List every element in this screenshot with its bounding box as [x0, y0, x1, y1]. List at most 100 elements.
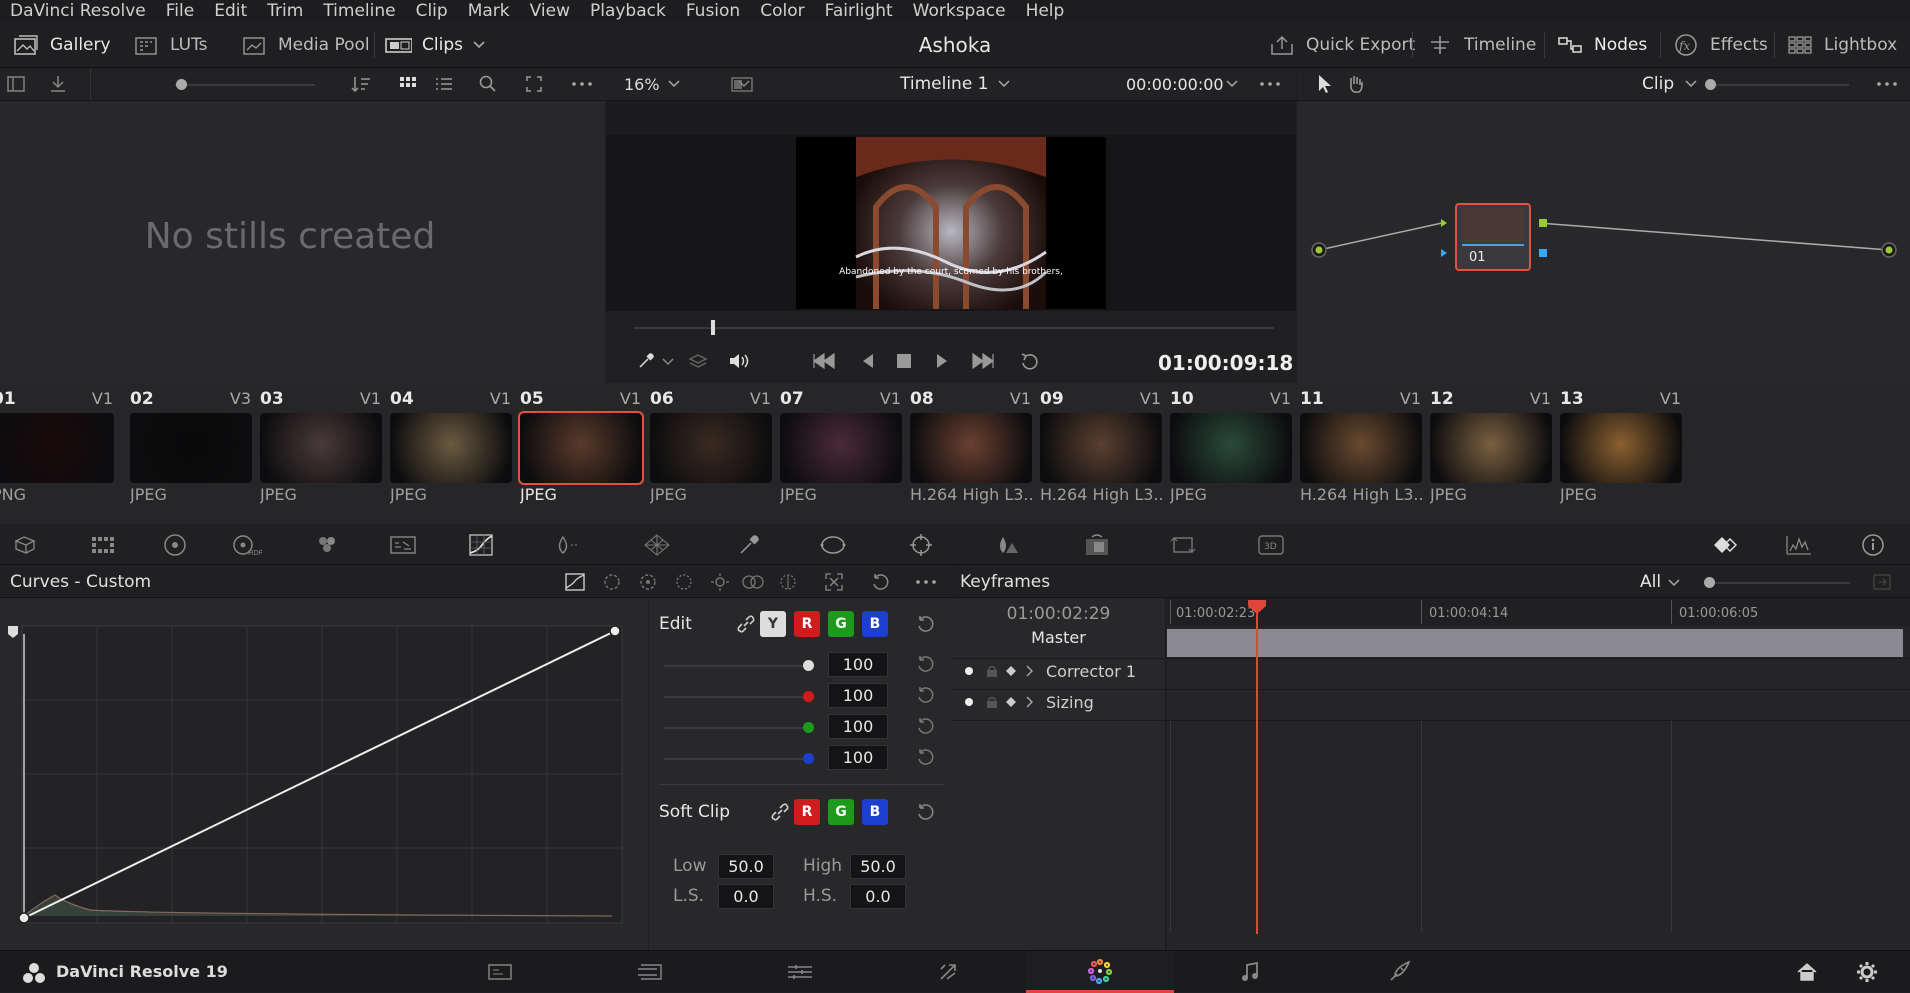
menu-playback[interactable]: Playback [580, 1, 676, 21]
more-options-icon[interactable] [1875, 74, 1899, 94]
slider-knob[interactable] [1705, 79, 1716, 90]
list-view-icon[interactable] [434, 74, 454, 94]
clip-thumbnail-04[interactable]: 04 V1 JPEG [390, 385, 515, 505]
menu-fairlight[interactable]: Fairlight [815, 1, 903, 21]
color-warper-icon[interactable] [552, 533, 582, 557]
soft-clip-r-button[interactable]: R [794, 799, 820, 825]
chevron-down-icon[interactable] [1668, 578, 1680, 588]
scrubber-bar[interactable] [634, 327, 1274, 329]
menu-workspace[interactable]: Workspace [903, 1, 1016, 21]
lock-icon[interactable] [985, 664, 999, 678]
viewer-image[interactable]: Abandoned by the court, scorned by his b… [796, 137, 1106, 309]
keyframes-icon[interactable] [1710, 533, 1740, 557]
keyframe-zoom-slider[interactable] [1704, 577, 1715, 588]
channel-g-button[interactable]: G [828, 611, 854, 637]
clip-image[interactable] [0, 413, 114, 483]
chevron-down-icon[interactable] [668, 79, 680, 89]
menu-app[interactable]: DaVinci Resolve [0, 1, 156, 21]
r-intensity-value[interactable]: 100 [828, 683, 888, 708]
blur-icon[interactable] [992, 533, 1022, 557]
node-mode[interactable]: Clip [1642, 74, 1674, 94]
reset-icon[interactable] [915, 747, 935, 767]
luts-button[interactable]: LUTs [132, 22, 208, 68]
stop-icon[interactable] [896, 353, 912, 369]
b-intensity-value[interactable]: 100 [828, 745, 888, 770]
clip-thumbnail-13[interactable]: 13 V1 JPEG [1560, 385, 1685, 505]
grab-still-icon[interactable] [48, 74, 68, 94]
clip-image[interactable] [1300, 413, 1422, 483]
reset-icon[interactable] [915, 802, 935, 822]
high-value[interactable]: 50.0 [850, 854, 906, 879]
menu-trim[interactable]: Trim [257, 1, 313, 21]
reset-icon[interactable] [915, 716, 935, 736]
clip-image[interactable] [910, 413, 1032, 483]
home-icon[interactable] [1796, 962, 1818, 982]
hue-vs-lum-icon[interactable] [674, 572, 694, 592]
clip-thumbnail-03[interactable]: 03 V1 JPEG [260, 385, 385, 505]
chevron-down-icon[interactable] [998, 79, 1010, 89]
keyframe-diamond-icon[interactable] [1006, 697, 1016, 707]
hdr-wheels-icon[interactable]: HDR [232, 533, 262, 557]
clip-image[interactable] [650, 413, 772, 483]
window-icon[interactable] [818, 533, 848, 557]
qualifier-picker-icon[interactable] [734, 533, 764, 557]
play-icon[interactable] [934, 352, 950, 370]
play-reverse-icon[interactable] [860, 352, 876, 370]
scopes-icon[interactable] [1784, 533, 1814, 557]
clip-thumbnail-07[interactable]: 07 V1 JPEG [780, 385, 905, 505]
menu-clip[interactable]: Clip [406, 1, 458, 21]
link-icon[interactable] [770, 802, 790, 822]
keyframe-playhead[interactable] [1256, 600, 1258, 934]
channel-r-button[interactable]: R [794, 611, 820, 637]
key-icon[interactable] [1082, 533, 1112, 557]
skip-to-start-icon[interactable] [811, 352, 837, 370]
camera-raw-icon[interactable] [12, 533, 42, 557]
channel-y-button[interactable]: Y [760, 611, 786, 637]
lum-vs-sat-icon[interactable] [710, 572, 730, 592]
pointer-icon[interactable] [1315, 73, 1335, 95]
menu-color[interactable]: Color [750, 1, 814, 21]
menu-timeline[interactable]: Timeline [313, 1, 405, 21]
keyframes-filter[interactable]: All [1640, 572, 1661, 592]
clip-image[interactable] [1430, 413, 1552, 483]
master-track[interactable] [1167, 629, 1903, 657]
ls-value[interactable]: 0.0 [718, 884, 774, 909]
clip-image[interactable] [780, 413, 902, 483]
row-enable-dot[interactable] [965, 698, 973, 706]
timeline-button[interactable]: Timeline [1426, 22, 1536, 68]
clip-image[interactable] [518, 411, 644, 485]
row-sizing[interactable]: Sizing [1046, 693, 1094, 712]
b-intensity-slider[interactable] [803, 753, 814, 764]
gallery-button[interactable]: Gallery [12, 22, 111, 68]
zoom-level[interactable]: 16% [624, 75, 660, 94]
fusion-page-icon[interactable] [876, 951, 1024, 993]
rgb-mixer-icon[interactable] [312, 533, 342, 557]
nodes-button[interactable]: Nodes [1556, 22, 1647, 68]
more-options-icon[interactable] [1258, 74, 1282, 94]
3d-icon[interactable]: 3D [1256, 533, 1286, 557]
slider-knob[interactable] [176, 79, 187, 90]
playhead-marker[interactable] [1248, 600, 1266, 614]
clip-thumbnail-02[interactable]: 02 V3 JPEG [130, 385, 255, 505]
sizing-icon[interactable] [1168, 533, 1198, 557]
search-icon[interactable] [478, 74, 498, 94]
hue-vs-hue-icon[interactable] [602, 572, 622, 592]
expand-panel-icon[interactable] [1872, 572, 1892, 592]
tracker-icon[interactable] [906, 533, 936, 557]
menu-help[interactable]: Help [1016, 1, 1075, 21]
clips-button[interactable]: Clips [384, 22, 485, 68]
color-match-icon[interactable] [88, 533, 118, 557]
g-intensity-value[interactable]: 100 [828, 714, 888, 739]
node-editor[interactable]: 01 [1297, 101, 1910, 383]
clip-thumbnail-01[interactable]: 01 V1 PNG [0, 385, 117, 505]
chevron-down-icon[interactable] [1685, 79, 1697, 89]
low-value[interactable]: 50.0 [718, 854, 774, 879]
g-intensity-slider[interactable] [803, 722, 814, 733]
curves-graph[interactable] [0, 598, 648, 950]
hsl-qualifier-icon[interactable] [642, 533, 672, 557]
keyframe-diamond-icon[interactable] [1006, 666, 1016, 676]
layers-icon[interactable] [688, 351, 708, 371]
chevron-down-icon[interactable] [1226, 79, 1238, 89]
hs-value[interactable]: 0.0 [850, 884, 906, 909]
color-page-icon[interactable] [1026, 951, 1174, 993]
